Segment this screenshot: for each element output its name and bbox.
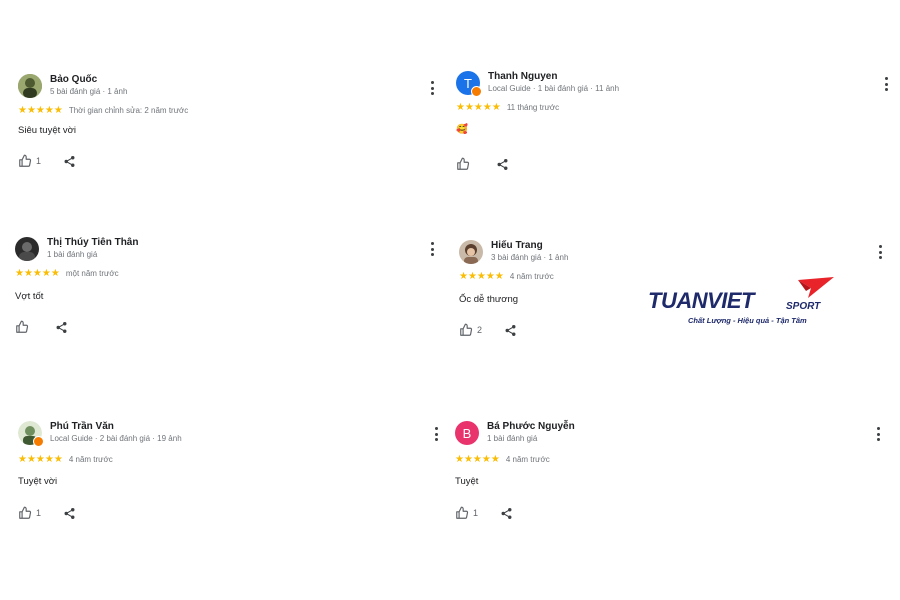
thumbs-up-icon bbox=[457, 157, 470, 170]
avatar[interactable]: T bbox=[456, 71, 482, 97]
share-icon[interactable] bbox=[63, 155, 76, 168]
star-rating: ★★★★★ bbox=[18, 454, 63, 465]
review-time: 11 tháng trước bbox=[506, 103, 560, 112]
reviewer-meta: Local Guide · 1 bài đánh giá · 11 ảnh bbox=[488, 84, 620, 93]
star-rating: ★★★★★ bbox=[15, 268, 60, 279]
rating-row: ★★★★★ 4 năm trước bbox=[459, 271, 554, 282]
rating-row: ★★★★★ 11 tháng trước bbox=[456, 102, 559, 113]
more-options-icon[interactable] bbox=[875, 426, 881, 442]
rating-row: ★★★★★ 4 năm trước bbox=[455, 454, 550, 465]
share-icon[interactable] bbox=[496, 158, 509, 171]
review-card: T Thanh Nguyen Local Guide · 1 bài đánh … bbox=[456, 71, 876, 191]
review-text: Siêu tuyệt vời bbox=[18, 125, 76, 136]
thumbs-up-icon bbox=[19, 154, 32, 167]
star-rating: ★★★★★ bbox=[18, 105, 63, 116]
reviewer-name[interactable]: Thị Thúy Tiên Thân bbox=[47, 237, 138, 248]
svg-text:Chất Lượng - Hiệu quả - Tận Tâ: Chất Lượng - Hiệu quả - Tận Tâm bbox=[688, 316, 807, 325]
review-card: Bảo Quốc 5 bài đánh giá · 1 ảnh ★★★★★ Th… bbox=[18, 74, 438, 194]
reviewer-meta: 5 bài đánh giá · 1 ảnh bbox=[50, 87, 128, 96]
like-button[interactable]: 1 bbox=[455, 506, 478, 520]
share-icon[interactable] bbox=[63, 507, 76, 520]
review-time: 4 năm trước bbox=[68, 455, 113, 464]
more-options-icon[interactable] bbox=[433, 426, 439, 442]
review-card: Phú Trần Văn Local Guide · 2 bài đánh gi… bbox=[18, 421, 438, 541]
rating-row: ★★★★★ 4 năm trước bbox=[18, 454, 113, 465]
avatar[interactable]: B bbox=[455, 421, 479, 445]
local-guide-badge-icon bbox=[471, 86, 482, 97]
more-options-icon[interactable] bbox=[429, 241, 435, 257]
review-time: Thời gian chỉnh sửa: 2 năm trước bbox=[68, 106, 189, 115]
review-time: một năm trước bbox=[65, 269, 119, 278]
like-button[interactable]: 1 bbox=[18, 506, 41, 520]
review-text: Ốc dễ thương bbox=[459, 294, 519, 305]
star-rating: ★★★★★ bbox=[456, 102, 501, 113]
thumbs-up-icon bbox=[460, 323, 473, 336]
reviewer-name[interactable]: Phú Trần Văn bbox=[50, 421, 114, 432]
review-text: Tuyệt bbox=[455, 476, 479, 487]
like-count: 1 bbox=[473, 508, 479, 518]
reviewer-name[interactable]: Bá Phước Nguyễn bbox=[487, 421, 575, 432]
review-time: 4 năm trước bbox=[509, 272, 554, 281]
avatar[interactable] bbox=[18, 421, 44, 447]
more-options-icon[interactable] bbox=[883, 76, 889, 92]
review-actions: 1 bbox=[18, 154, 76, 168]
share-icon[interactable] bbox=[504, 324, 517, 337]
share-icon[interactable] bbox=[55, 321, 68, 334]
review-actions bbox=[456, 157, 509, 171]
rating-row: ★★★★★ Thời gian chỉnh sửa: 2 năm trước bbox=[18, 105, 188, 116]
svg-text:TUANVIET: TUANVIET bbox=[648, 288, 756, 313]
review-card: B Bá Phước Nguyễn 1 bài đánh giá ★★★★★ 4… bbox=[455, 421, 875, 541]
review-card: Thị Thúy Tiên Thân 1 bài đánh giá ★★★★★ … bbox=[15, 237, 435, 357]
thumbs-up-icon bbox=[16, 320, 29, 333]
reviewer-meta: 1 bài đánh giá bbox=[47, 250, 98, 259]
like-count: 1 bbox=[36, 156, 42, 166]
tuanviet-sport-logo: TUANVIET SPORT Chất Lượng - Hiệu quả - T… bbox=[648, 277, 834, 325]
reviewer-name[interactable]: Hiếu Trang bbox=[491, 240, 543, 251]
more-options-icon[interactable] bbox=[877, 244, 883, 260]
review-actions: 1 bbox=[18, 506, 76, 520]
reviewer-meta: 1 bài đánh giá bbox=[487, 434, 538, 443]
reviewer-meta: Local Guide · 2 bài đánh giá · 19 ảnh bbox=[50, 434, 182, 443]
like-button[interactable] bbox=[15, 320, 33, 334]
thumbs-up-icon bbox=[19, 506, 32, 519]
like-count: 2 bbox=[477, 325, 483, 335]
star-rating: ★★★★★ bbox=[455, 454, 500, 465]
reviewer-name[interactable]: Bảo Quốc bbox=[50, 74, 97, 85]
like-button[interactable]: 1 bbox=[18, 154, 41, 168]
review-time: 4 năm trước bbox=[505, 455, 550, 464]
reviewer-meta: 3 bài đánh giá · 1 ảnh bbox=[491, 253, 569, 262]
review-actions: 1 bbox=[455, 506, 513, 520]
svg-text:SPORT: SPORT bbox=[786, 301, 821, 312]
more-options-icon[interactable] bbox=[429, 80, 435, 96]
avatar-letter: B bbox=[462, 425, 472, 441]
review-actions bbox=[15, 320, 68, 334]
share-icon[interactable] bbox=[500, 507, 513, 520]
like-button[interactable] bbox=[456, 157, 474, 171]
review-text: 🥰 bbox=[456, 124, 468, 135]
star-rating: ★★★★★ bbox=[459, 271, 504, 282]
review-actions: 2 bbox=[459, 323, 517, 337]
thumbs-up-icon bbox=[456, 506, 469, 519]
avatar[interactable] bbox=[459, 240, 483, 264]
avatar[interactable] bbox=[18, 74, 42, 98]
rating-row: ★★★★★ một năm trước bbox=[15, 268, 119, 279]
reviewer-name[interactable]: Thanh Nguyen bbox=[488, 71, 557, 82]
like-count: 1 bbox=[36, 508, 42, 518]
review-text: Vợt tốt bbox=[15, 291, 44, 302]
review-text: Tuyệt vời bbox=[18, 476, 58, 487]
avatar[interactable] bbox=[15, 237, 39, 261]
local-guide-badge-icon bbox=[33, 436, 44, 447]
like-button[interactable]: 2 bbox=[459, 323, 482, 337]
